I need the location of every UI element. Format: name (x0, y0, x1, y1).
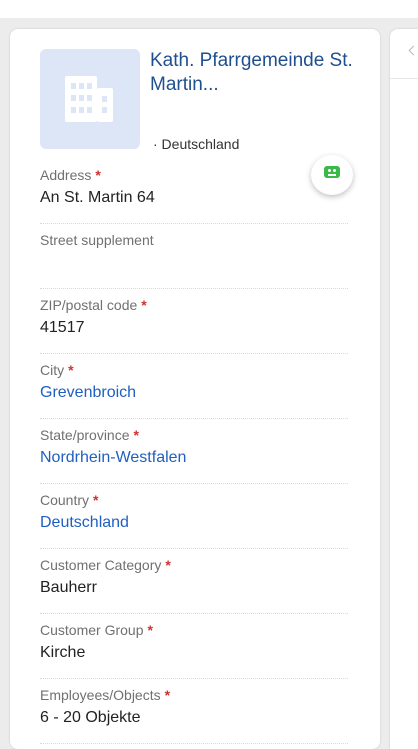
field-value: An St. Martin 64 (40, 189, 155, 206)
field-label: Customer Group (40, 622, 144, 638)
required-marker: * (165, 557, 171, 573)
required-marker: * (68, 362, 74, 378)
field-country[interactable]: Country * Deutschland (40, 492, 348, 549)
field-street-supplement[interactable]: Street supplement (40, 232, 348, 289)
account-name[interactable]: Kath. Pfarrgemeinde St. Martin... (150, 49, 360, 97)
required-marker: * (93, 492, 99, 508)
field-label: Country (40, 492, 90, 508)
account-country: · Deutschland (153, 136, 240, 152)
building-icon (65, 76, 113, 122)
account-detail-card: Kath. Pfarrgemeinde St. Martin... · Deut… (10, 29, 380, 749)
required-marker: * (147, 622, 153, 638)
field-value: Kirche (40, 644, 86, 661)
top-bar (0, 0, 418, 18)
field-city[interactable]: City * Grevenbroich (40, 362, 348, 419)
field-label: Street supplement (40, 232, 154, 248)
field-value: Bauherr (40, 579, 97, 596)
field-label: State/province (40, 427, 130, 443)
field-customer-category[interactable]: Customer Category * Bauherr (40, 557, 348, 614)
chevron-left-icon[interactable] (408, 45, 418, 56)
field-label: Address (40, 167, 92, 183)
required-marker: * (141, 297, 147, 313)
field-value-link[interactable]: Nordrhein-Westfalen (40, 449, 186, 467)
field-value-link[interactable]: Grevenbroich (40, 384, 136, 402)
field-address[interactable]: Address * An St. Martin 64 (40, 167, 348, 224)
field-label: ZIP/postal code (40, 297, 138, 313)
field-label: City (40, 362, 65, 378)
divider (390, 78, 418, 79)
field-label: Customer Category (40, 557, 162, 573)
field-zip[interactable]: ZIP/postal code * 41517 (40, 297, 348, 354)
field-value: 41517 (40, 319, 85, 336)
field-value-link[interactable]: Deutschland (40, 514, 129, 532)
field-employees-objects[interactable]: Employees/Objects * 6 - 20 Objekte (40, 687, 348, 744)
field-label: Employees/Objects (40, 687, 161, 703)
required-marker: * (95, 167, 101, 183)
field-state[interactable]: State/province * Nordrhein-Westfalen (40, 427, 348, 484)
account-avatar (40, 49, 140, 149)
field-customer-group[interactable]: Customer Group * Kirche (40, 622, 348, 679)
required-marker: * (133, 427, 139, 443)
field-value: 6 - 20 Objekte (40, 709, 141, 726)
required-marker: * (164, 687, 171, 703)
adjacent-panel (390, 29, 418, 749)
